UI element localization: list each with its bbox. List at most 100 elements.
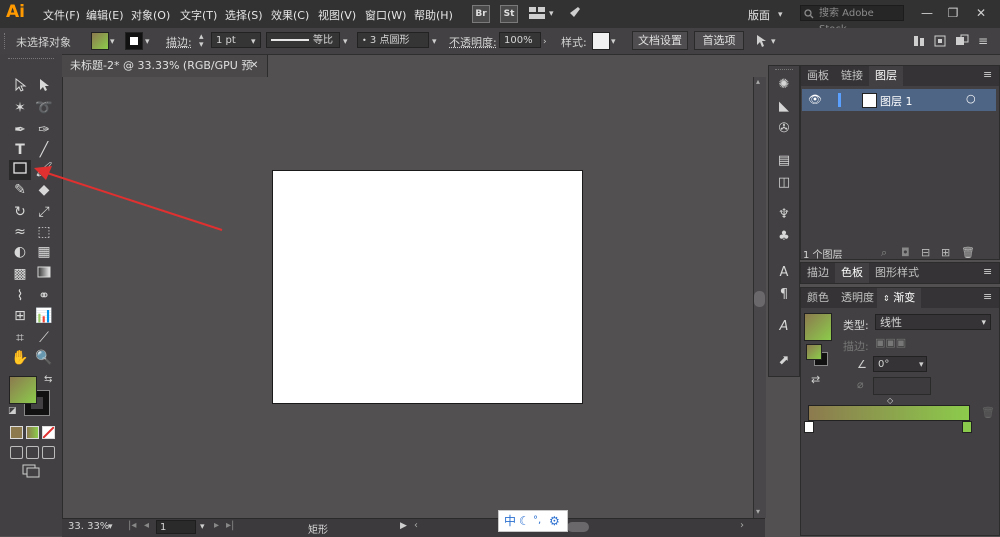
draw-behind-icon[interactable] <box>26 446 39 459</box>
arrange-dropdown-icon[interactable]: ▾ <box>549 9 554 19</box>
hand-tool-icon[interactable]: ✋ <box>9 348 31 368</box>
align-panel-icon[interactable]: ▤ <box>769 150 799 172</box>
isolate-icon[interactable] <box>955 34 969 48</box>
style-dropdown-icon[interactable]: ▾ <box>611 37 616 47</box>
paragraph-icon[interactable]: ¶ <box>769 284 799 306</box>
direct-selection-tool-icon[interactable] <box>33 78 55 98</box>
gradient-fill-small[interactable] <box>806 344 822 360</box>
swap-colors-icon[interactable]: ⇆ <box>44 374 52 385</box>
gradient-type-select[interactable]: 线性 ▾ <box>875 314 991 330</box>
menu-object[interactable]: 对象(O) <box>131 7 170 23</box>
menu-effect[interactable]: 效果(C) <box>271 7 309 23</box>
minimize-icon[interactable]: — <box>918 4 936 22</box>
zoom-dropdown-icon[interactable]: ▾ <box>108 522 113 532</box>
gradient-tool-icon[interactable] <box>33 264 55 284</box>
tab-swatches[interactable]: 色板 <box>835 263 869 283</box>
scroll-down-icon[interactable]: ▾ <box>756 507 760 516</box>
bridge-button[interactable]: Br <box>472 5 490 23</box>
layer-row[interactable]: 👁 图层 1 ○ <box>802 89 996 111</box>
layer-name[interactable]: 图层 1 <box>880 93 913 109</box>
rectangle-tool-icon[interactable] <box>9 160 31 180</box>
make-clip-mask-icon[interactable]: ◘ <box>901 246 910 259</box>
new-layer-icon[interactable]: ⊞ <box>941 246 950 259</box>
ime-language[interactable]: 中 <box>504 511 516 531</box>
pen-tool-icon[interactable]: ✒ <box>9 120 31 140</box>
horizontal-scroll-thumb[interactable] <box>567 522 589 532</box>
gradient-panel-menu-icon[interactable]: ≡ <box>983 290 992 303</box>
export-icon[interactable]: ⬈ <box>769 350 799 372</box>
delete-layer-icon[interactable]: 🗑 <box>961 246 975 259</box>
brush-dropdown-icon[interactable]: ▾ <box>432 37 437 47</box>
gradient-stop-start[interactable] <box>804 421 814 433</box>
gradient-stop-end[interactable] <box>962 421 972 433</box>
curvature-tool-icon[interactable]: ✑ <box>33 120 55 140</box>
fill-dropdown-icon[interactable]: ▾ <box>110 37 115 47</box>
character-icon[interactable]: A <box>769 262 799 284</box>
tab-transparency[interactable]: 透明度 <box>835 288 880 308</box>
gpu-rocket-icon[interactable] <box>566 5 582 21</box>
opacity-label[interactable]: 不透明度: <box>449 34 497 50</box>
layer-target-icon[interactable]: ○ <box>966 92 976 105</box>
angle-dropdown-icon[interactable]: ▾ <box>919 360 924 370</box>
brush-definition[interactable]: • 3 点圆形 <box>357 32 429 48</box>
width-tool-icon[interactable]: ≈ <box>9 222 31 242</box>
rotate-tool-icon[interactable]: ↻ <box>9 202 31 222</box>
draw-inside-icon[interactable] <box>42 446 55 459</box>
tab-gradient[interactable]: ⇕ 渐变 <box>877 288 922 308</box>
draw-normal-icon[interactable] <box>10 446 23 459</box>
control-grip[interactable] <box>4 33 8 49</box>
column-graph-tool-icon[interactable]: 📊 <box>33 306 55 326</box>
menu-edit[interactable]: 编辑(E) <box>86 7 124 23</box>
artboard-tool-icon[interactable]: ⌗ <box>9 328 31 348</box>
gradient-slider[interactable] <box>808 405 970 421</box>
shaper-tool-icon[interactable]: ✎ <box>9 180 31 200</box>
stroke-weight-dropdown-icon[interactable]: ▾ <box>251 37 256 47</box>
tab-graphic-styles[interactable]: 图形样式 <box>869 263 925 283</box>
locate-object-icon[interactable]: ⌕ <box>881 246 887 260</box>
eyedropper-tool-icon[interactable]: ⌇ <box>9 286 31 306</box>
new-sublayer-icon[interactable]: ⊟ <box>921 246 930 259</box>
gradient-fill-preview[interactable] <box>804 313 832 341</box>
arrange-documents-icon[interactable] <box>528 6 546 20</box>
opacity-arrow-icon[interactable]: › <box>543 37 547 47</box>
close-document-icon[interactable]: ✕ <box>250 55 258 77</box>
menu-view[interactable]: 视图(V) <box>318 7 356 23</box>
puppet-icon[interactable]: ♆ <box>769 204 799 226</box>
close-window-icon[interactable]: ✕ <box>972 4 990 22</box>
blend-tool-icon[interactable]: ⚭ <box>33 286 55 306</box>
perspective-grid-tool-icon[interactable]: ▦ <box>33 242 55 262</box>
tab-layers[interactable]: 图层 <box>869 66 903 86</box>
color-guide-icon[interactable]: ✺ <box>769 74 799 96</box>
default-colors-icon[interactable]: ◪ <box>8 406 17 416</box>
stock-button[interactable]: St <box>500 5 518 23</box>
fill-swatch[interactable] <box>91 32 109 50</box>
tab-links[interactable]: 链接 <box>835 66 869 86</box>
align-icon[interactable] <box>912 34 926 48</box>
vertical-scroll-thumb[interactable] <box>754 291 765 307</box>
workspace-dropdown-icon[interactable]: ▾ <box>778 10 783 20</box>
stroke-label[interactable]: 描边: <box>166 34 192 50</box>
scroll-up-icon[interactable]: ▴ <box>756 77 760 86</box>
tab-artboards[interactable]: 画板 <box>801 66 835 86</box>
stroke-dropdown-icon[interactable]: ▾ <box>145 37 150 47</box>
type-tool-icon[interactable]: T <box>9 140 31 160</box>
ime-moon-icon[interactable]: ☾ <box>519 511 530 531</box>
strip-grip[interactable] <box>775 69 793 73</box>
stroke-stepper-icon[interactable]: ▴ ▾ <box>199 33 204 50</box>
artboard-dropdown-icon[interactable]: ▾ <box>200 522 205 532</box>
scroll-right-icon[interactable]: › <box>740 520 744 531</box>
stock-search-input[interactable]: 搜索 Adobe Stock <box>800 5 904 35</box>
selection-tool-icon[interactable] <box>9 77 31 98</box>
artboard-number-field[interactable]: 1 <box>156 520 196 534</box>
opacity-field[interactable]: 100% <box>499 32 541 48</box>
screen-mode-icon[interactable] <box>22 464 40 478</box>
variable-width-profile[interactable]: 等比 <box>266 32 340 48</box>
mesh-tool-icon[interactable]: ▩ <box>9 264 31 284</box>
brushes-icon[interactable]: ◣ <box>769 96 799 118</box>
style-swatch[interactable] <box>592 32 610 50</box>
symbols-icon[interactable]: ✇ <box>769 118 799 140</box>
ime-settings-icon[interactable]: ⚙ <box>549 511 560 531</box>
fill-color-box[interactable] <box>9 376 37 404</box>
swatches-panel-menu-icon[interactable]: ≡ <box>983 265 992 278</box>
restore-icon[interactable]: ❐ <box>944 4 962 22</box>
